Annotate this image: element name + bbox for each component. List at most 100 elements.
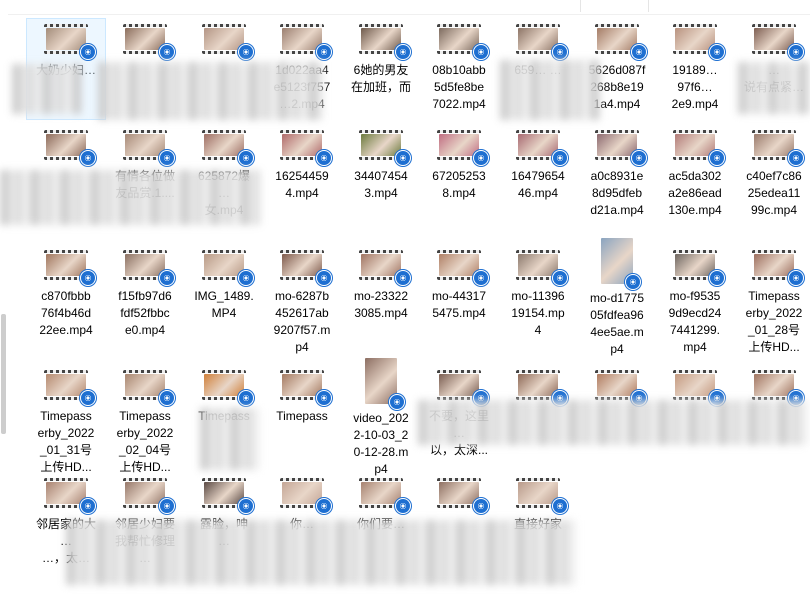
thumbnail-image [439,374,479,396]
video-thumbnail[interactable] [673,24,725,60]
video-file-item[interactable]: c870fbbb 76f4b46d 22ee.mp4 [28,250,104,339]
video-thumbnail[interactable] [123,370,175,406]
video-file-item[interactable]: IMG_1489. MP4 [186,250,262,322]
video-thumbnail[interactable] [359,478,411,514]
video-thumbnail[interactable] [752,370,804,406]
video-file-item[interactable]: mo-11396 19154.mp 4 [500,250,576,339]
video-thumbnail[interactable] [516,24,568,60]
thumbnail-image [675,374,715,396]
video-thumbnail[interactable] [44,130,96,166]
play-badge-icon [80,390,96,406]
video-thumbnail[interactable] [601,238,641,290]
video-thumbnail[interactable] [437,130,489,166]
video-thumbnail[interactable] [202,24,254,60]
video-file-item[interactable]: mo-23322 3085.mp4 [343,250,419,322]
video-thumbnail[interactable] [437,24,489,60]
play-badge-icon [788,270,804,286]
video-thumbnail[interactable] [44,250,96,286]
file-name-label: Timepass erby_2022 _02_04号 上传HD... [116,409,174,474]
video-thumbnail[interactable] [123,478,175,514]
video-file-item[interactable]: ac5da302 a2e86ead 130e.mp4 [657,130,733,219]
video-file-item[interactable]: 67205253 8.mp4 [421,130,497,202]
video-thumbnail[interactable] [752,250,804,286]
thumbnail-image [125,482,165,504]
video-file-item[interactable]: mo-6287b 452617ab 9207f57.m p4 [264,250,340,356]
video-thumbnail[interactable] [280,370,332,406]
video-thumbnail[interactable] [673,130,725,166]
file-name-label: mo-6287b 452617ab 9207f57.m p4 [273,289,331,354]
thumbnail-image [597,374,637,396]
video-thumbnail[interactable] [280,130,332,166]
video-thumbnail[interactable] [752,24,804,60]
thumbnail-image [439,482,479,504]
video-thumbnail[interactable] [359,130,411,166]
play-badge-icon [395,44,411,60]
video-file-item[interactable]: Timepass [264,370,340,425]
video-thumbnail[interactable] [516,478,568,514]
thumbnail-image [204,254,244,276]
mosaic-overlay [12,64,82,114]
video-file-item[interactable]: Timepass erby_2022 _01_31号 上传HD... [28,370,104,476]
video-thumbnail[interactable] [44,370,96,406]
video-file-item[interactable]: 08b10abb 5d5fe8be 7022.mp4 [421,24,497,113]
video-thumbnail[interactable] [280,24,332,60]
file-name-label: Timepass [276,409,328,423]
video-thumbnail[interactable] [673,250,725,286]
video-file-item[interactable]: 34407454 3.mp4 [343,130,419,202]
play-badge-icon [80,44,96,60]
video-thumbnail[interactable] [437,370,489,406]
video-file-item[interactable]: Timepass erby_2022 _02_04号 上传HD... [107,370,183,476]
video-thumbnail[interactable] [280,478,332,514]
video-file-item[interactable]: mo-d1775 05fdfea96 4ee5ae.m p4 [579,238,655,358]
play-badge-icon [238,44,254,60]
video-file-item[interactable] [28,130,104,168]
video-file-item[interactable] [421,478,497,516]
video-thumbnail[interactable] [359,250,411,286]
file-name-label: 16479654 46.mp4 [511,169,565,200]
thumbnail-image [46,28,86,50]
play-badge-icon [316,150,332,166]
video-thumbnail[interactable] [44,24,96,60]
video-file-item[interactable] [186,24,262,62]
video-thumbnail[interactable] [359,24,411,60]
video-file-item[interactable]: 19189… 97f6… 2e9.mp4 [657,24,733,113]
video-thumbnail[interactable] [437,250,489,286]
video-thumbnail[interactable] [44,478,96,514]
video-file-item[interactable]: 16479654 46.mp4 [500,130,576,202]
video-thumbnail[interactable] [752,130,804,166]
play-badge-icon [631,150,647,166]
video-file-item[interactable]: video_202 2-10-03_2 0-12-28.m p4 [343,358,419,478]
video-thumbnail[interactable] [673,370,725,406]
video-thumbnail[interactable] [595,370,647,406]
video-thumbnail[interactable] [516,370,568,406]
video-file-item[interactable] [107,24,183,62]
video-thumbnail[interactable] [516,130,568,166]
file-name-label: 6她的男友 在加班，而 [350,63,411,94]
video-thumbnail[interactable] [595,24,647,60]
video-file-item[interactable]: mo-44317 5475.mp4 [421,250,497,322]
video-thumbnail[interactable] [595,130,647,166]
video-thumbnail[interactable] [202,250,254,286]
video-thumbnail[interactable] [202,478,254,514]
video-thumbnail[interactable] [123,250,175,286]
video-file-item[interactable]: f15fb97d6 fdf52fbbc e0.mp4 [107,250,183,339]
video-file-item[interactable]: c40ef7c86 25edea11 99c.mp4 [736,130,810,219]
play-badge-icon [395,498,411,514]
video-thumbnail[interactable] [202,370,254,406]
video-thumbnail[interactable] [516,250,568,286]
video-thumbnail[interactable] [437,478,489,514]
video-file-item[interactable]: 6她的男友 在加班，而 [343,24,419,96]
file-name-label: 16254459 4.mp4 [275,169,329,200]
video-thumbnail[interactable] [123,130,175,166]
video-file-item[interactable]: 16254459 4.mp4 [264,130,340,202]
play-badge-icon [238,150,254,166]
video-thumbnail[interactable] [365,358,405,410]
play-badge-icon [238,270,254,286]
video-file-item[interactable]: a0c8931e 8d95dfeb d21a.mp4 [579,130,655,219]
play-badge-icon [159,498,175,514]
video-file-item[interactable]: mo-f9535 9d9ecd24 7441299. mp4 [657,250,733,356]
video-thumbnail[interactable] [123,24,175,60]
video-file-item[interactable]: Timepass erby_2022 _01_28号 上传HD... [736,250,810,356]
video-thumbnail[interactable] [280,250,332,286]
video-thumbnail[interactable] [202,130,254,166]
